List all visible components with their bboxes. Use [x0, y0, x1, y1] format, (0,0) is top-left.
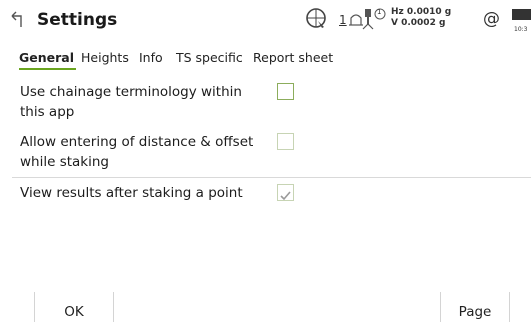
tab-heights[interactable]: Heights: [81, 50, 129, 65]
prism-icon[interactable]: [362, 7, 388, 31]
page-button[interactable]: Page: [441, 292, 509, 322]
back-arrow-icon[interactable]: [10, 11, 26, 29]
tab-info[interactable]: Info: [139, 50, 163, 65]
tab-ts-specific[interactable]: TS specific: [176, 50, 243, 65]
battery-icon[interactable]: [512, 9, 531, 20]
distance-offset-checkbox[interactable]: [277, 133, 294, 150]
separator: [113, 292, 114, 322]
hz-readout: Hz 0.0010 g: [391, 7, 452, 17]
v-readout: V 0.0002 g: [391, 18, 446, 28]
separator: [509, 292, 510, 322]
view-results-checkbox[interactable]: [277, 184, 294, 201]
ok-button[interactable]: OK: [35, 292, 113, 322]
divider: [12, 177, 531, 178]
angle-readout: Hz 0.0010 g V 0.0002 g: [391, 7, 451, 29]
target-icon[interactable]: [304, 7, 328, 31]
title-bar: Settings 1 1 Hz 0.0010 g V 0.0002 g @ 10…: [0, 0, 531, 40]
tab-report-sheet[interactable]: Report sheet: [253, 50, 333, 65]
bottom-bar: OK Page: [0, 292, 531, 322]
connection-icon[interactable]: @: [483, 9, 500, 29]
active-tab-indicator: [19, 68, 76, 70]
page-title: Settings: [37, 10, 118, 30]
option-distance-offset-label: Allow entering of distance & offset whil…: [20, 134, 254, 170]
option-view-results-label: View results after staking a point: [20, 185, 243, 201]
laser-number: 1: [339, 13, 347, 27]
chainage-checkbox[interactable]: [277, 83, 294, 100]
tab-general[interactable]: General: [19, 50, 74, 65]
prism-badge: 1: [377, 8, 382, 16]
check-icon: [280, 186, 291, 205]
option-chainage-label: Use chainage terminology within this app: [20, 84, 242, 120]
clock: 10:3: [514, 26, 528, 33]
